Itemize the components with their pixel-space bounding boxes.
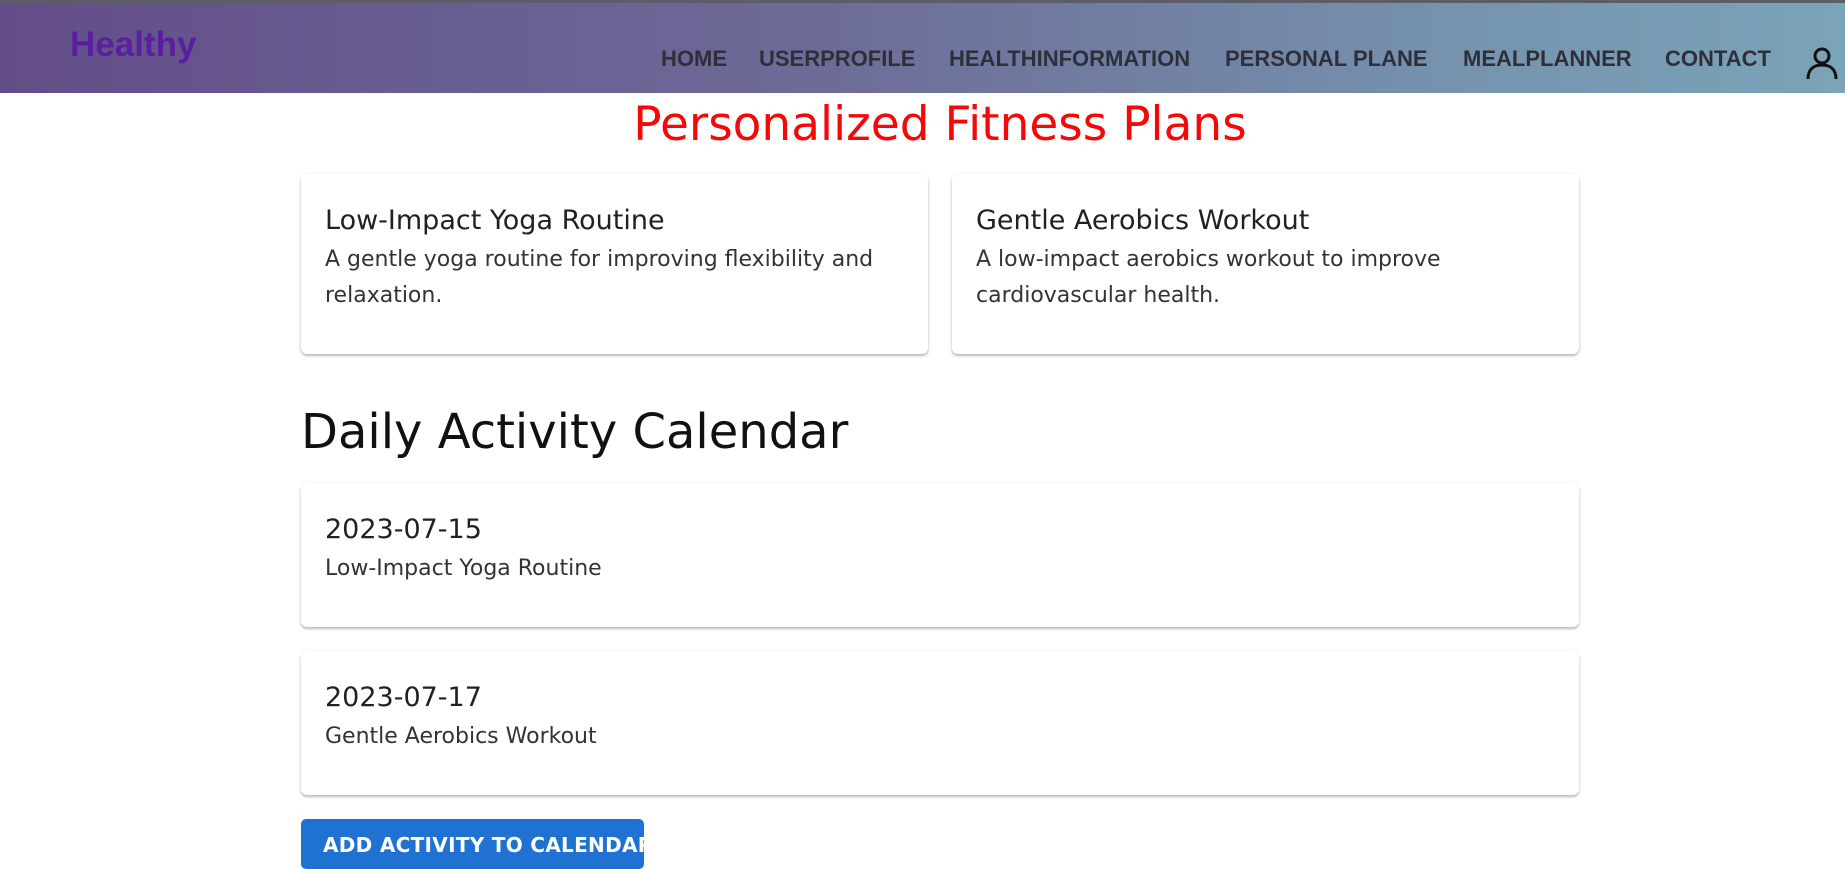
calendar-entry-date: 2023-07-15 xyxy=(325,514,482,545)
user-account-icon[interactable] xyxy=(1805,45,1839,81)
plan-card[interactable]: Gentle Aerobics Workout A low-impact aer… xyxy=(952,174,1579,354)
calendar-entry-activity: Low-Impact Yoga Routine xyxy=(325,556,602,581)
calendar-entry-date: 2023-07-17 xyxy=(325,682,482,713)
plan-description: A low-impact aerobics workout to improve… xyxy=(976,247,1441,308)
nav-contact[interactable]: CONTACT xyxy=(1665,47,1771,71)
calendar-entry[interactable]: 2023-07-15 Low-Impact Yoga Routine xyxy=(301,483,1579,627)
nav-home[interactable]: HOME xyxy=(661,47,727,71)
add-activity-button[interactable]: ADD ACTIVITY TO CALENDAR xyxy=(301,819,653,869)
page-title: Personalized Fitness Plans xyxy=(633,97,1247,152)
nav-healthinformation[interactable]: HEALTHINFORMATION xyxy=(949,47,1190,71)
plan-title: Low-Impact Yoga Routine xyxy=(325,205,665,236)
brand-logo[interactable]: Healthy xyxy=(70,27,196,62)
plan-description: A gentle yoga routine for improving flex… xyxy=(325,247,874,308)
nav-userprofile[interactable]: USERPROFILE xyxy=(759,47,915,71)
top-app-bar: Healthy HOME USERPROFILE HEALTHINFORMATI… xyxy=(0,0,1845,93)
nav-mealplanner[interactable]: MEALPLANNER xyxy=(1463,47,1632,71)
plan-card[interactable]: Low-Impact Yoga Routine A gentle yoga ro… xyxy=(301,174,928,354)
plan-title: Gentle Aerobics Workout xyxy=(976,205,1310,236)
calendar-title: Daily Activity Calendar xyxy=(301,404,849,460)
calendar-entry-activity: Gentle Aerobics Workout xyxy=(325,724,597,749)
nav-personal-plane[interactable]: PERSONAL PLANE xyxy=(1225,47,1428,71)
calendar-entry[interactable]: 2023-07-17 Gentle Aerobics Workout xyxy=(301,651,1579,795)
